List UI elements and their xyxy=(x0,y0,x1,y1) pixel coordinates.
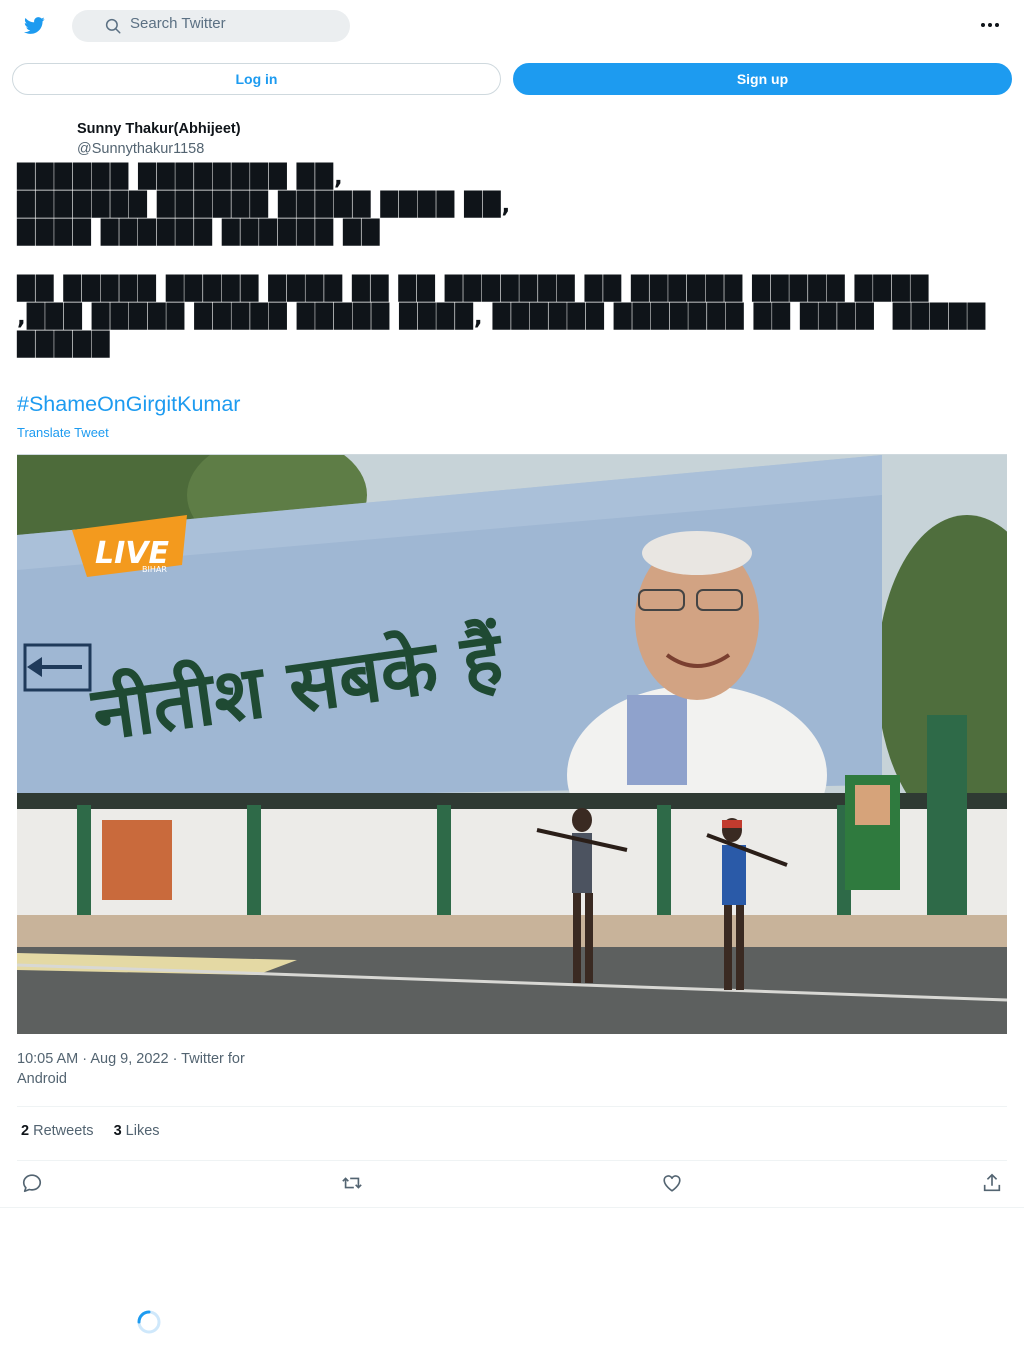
divider xyxy=(17,1160,1007,1161)
timestamp-line: 10:05 AM · Aug 9, 2022 · Twitter for xyxy=(17,1051,245,1067)
loading-spinner-icon xyxy=(137,1310,161,1334)
tweet-stats: 2 Retweets 3 Likes xyxy=(21,1123,160,1139)
banner-photo: LIVE BIHAR नीतीश सबके हैं xyxy=(17,455,1007,1034)
retweets-stat[interactable]: 2 Retweets xyxy=(21,1123,94,1139)
login-button[interactable]: Log in xyxy=(12,63,501,95)
author-name[interactable]: Sunny Thakur(Abhijeet) xyxy=(77,121,241,137)
likes-stat[interactable]: 3 Likes xyxy=(114,1123,160,1139)
top-bar: Search Twitter xyxy=(0,0,1024,50)
hashtag-link[interactable]: #ShameOnGirgitKumar xyxy=(17,392,240,417)
tweet-image[interactable]: LIVE BIHAR नीतीश सबके हैं xyxy=(17,454,1007,1034)
translate-tweet-link[interactable]: Translate Tweet xyxy=(17,425,109,440)
more-horizontal-icon[interactable] xyxy=(978,14,1002,36)
retweet-icon[interactable] xyxy=(341,1172,363,1194)
divider xyxy=(0,1207,1024,1208)
tweet-timestamp[interactable]: 10:05 AM · Aug 9, 2022 · Twitter for And… xyxy=(17,1049,277,1089)
divider xyxy=(17,1106,1007,1107)
timestamp-source: Android xyxy=(17,1071,67,1087)
svg-text:BIHAR: BIHAR xyxy=(142,565,167,574)
like-icon[interactable] xyxy=(661,1172,683,1194)
signup-button[interactable]: Sign up xyxy=(513,63,1012,95)
reply-icon[interactable] xyxy=(21,1172,43,1194)
share-icon[interactable] xyxy=(981,1172,1003,1194)
search-input[interactable]: Search Twitter xyxy=(130,15,226,33)
twitter-bird-icon[interactable] xyxy=(23,14,45,36)
author-handle[interactable]: @Sunnythakur1158 xyxy=(77,141,204,157)
tweet-text: ██████ ████████ ██, ███████ ██████ █████… xyxy=(17,164,987,358)
search-icon xyxy=(105,18,121,34)
search-box[interactable]: Search Twitter xyxy=(72,10,350,42)
